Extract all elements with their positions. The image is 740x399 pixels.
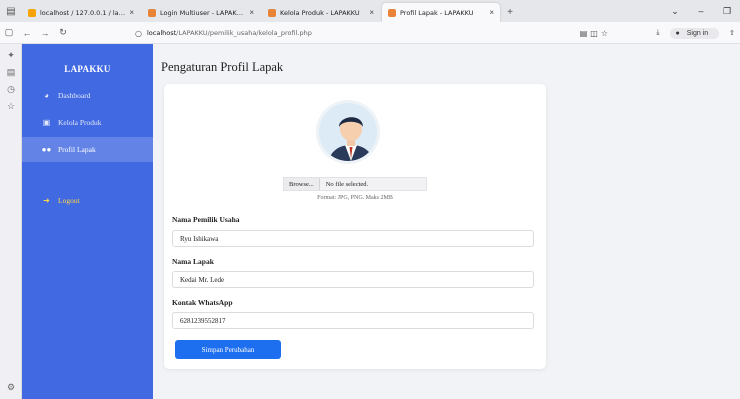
sign-in-button[interactable]: ● Sign in bbox=[669, 27, 720, 39]
main-content: Pengaturan Profil Lapak Browse... No fil… bbox=[153, 44, 740, 399]
tab-phpmyadmin[interactable]: localhost / 127.0.0.1 / lapakku / × bbox=[22, 3, 140, 22]
tab-login[interactable]: Login Multiuser - LAPAKKU × bbox=[142, 3, 260, 22]
logout-label: Logout bbox=[58, 196, 80, 205]
lapakku-favicon-icon bbox=[388, 8, 396, 17]
shop-name-label: Nama Lapak bbox=[172, 257, 214, 266]
close-icon[interactable]: × bbox=[489, 8, 494, 17]
owner-name-label: Nama Pemilik Usaha bbox=[172, 215, 240, 224]
shield-icon: ○ bbox=[135, 28, 142, 38]
reader-translate-bookmark-icons[interactable]: ▤◫☆ bbox=[580, 29, 611, 38]
browse-button[interactable]: Browse... bbox=[284, 178, 320, 190]
browser-nav-bar: ▢ ← → ↻ ○ localhost/LAPAKKU/pemilik_usah… bbox=[0, 22, 740, 44]
whatsapp-input[interactable] bbox=[172, 312, 534, 329]
avatar[interactable] bbox=[316, 100, 380, 164]
file-format-hint: Format: JPG, PNG. Maks 2MB bbox=[317, 195, 393, 201]
nav-right-tools: ⤓ ● Sign in ⇧ bbox=[651, 22, 740, 44]
photo-file-input[interactable]: Browse... No file selected. bbox=[283, 177, 427, 191]
address-bar[interactable]: ○ localhost/LAPAKKU/pemilik_usaha/kelola… bbox=[135, 25, 611, 41]
window-controls: ⌄ – ❐ bbox=[662, 0, 740, 22]
window-menu-icon[interactable]: ▤ bbox=[0, 0, 22, 22]
dashboard-icon: ◕ bbox=[44, 91, 49, 100]
url-host: localhost bbox=[146, 29, 177, 37]
sidebar-item-label: Dashboard bbox=[58, 91, 91, 100]
app-sidebar: LAPAKKU ◕ Dashboard ▣ Kelola Produk ●● P… bbox=[22, 44, 153, 399]
settings-icon[interactable]: ⚙ bbox=[0, 382, 22, 393]
reload-icon[interactable]: ↻ bbox=[54, 27, 72, 38]
close-icon[interactable]: × bbox=[129, 8, 134, 17]
sidebar-item-label: Kelola Produk bbox=[58, 118, 102, 127]
url-path: /LAPAKKU/pemilik_usaha/kelola_profil.php bbox=[176, 29, 312, 37]
box-icon: ▣ bbox=[42, 118, 51, 127]
phpmyadmin-favicon-icon bbox=[28, 8, 36, 17]
sidebar-item-dashboard[interactable]: ◕ Dashboard bbox=[22, 83, 153, 108]
brand-logo: LAPAKKU bbox=[64, 64, 111, 74]
browser-sidebar-strip: ✦ ▤ ◷ ☆ ⚙ bbox=[0, 44, 22, 399]
sidebar-toggle-icon[interactable]: ▢ bbox=[0, 27, 18, 38]
chevron-down-icon[interactable]: ⌄ bbox=[662, 6, 688, 17]
sidebar-item-profil-lapak[interactable]: ●● Profil Lapak bbox=[22, 137, 153, 162]
close-icon[interactable]: × bbox=[249, 8, 254, 17]
new-tab-icon[interactable]: + bbox=[502, 3, 518, 22]
maximize-icon[interactable]: ❐ bbox=[714, 6, 740, 17]
tab-profil-lapak[interactable]: Profil Lapak - LAPAKKU × bbox=[382, 3, 500, 22]
profile-form-card: Browse... No file selected. Format: JPG,… bbox=[164, 84, 546, 369]
tab-kelola-produk[interactable]: Kelola Produk - LAPAKKU × bbox=[262, 3, 380, 22]
save-changes-button[interactable]: Simpan Perubahan bbox=[175, 340, 281, 359]
person-avatar-icon bbox=[319, 103, 377, 161]
sidebar-item-kelola-produk[interactable]: ▣ Kelola Produk bbox=[22, 110, 153, 135]
minimize-icon[interactable]: – bbox=[688, 6, 714, 16]
sign-out-icon: ➜ bbox=[43, 196, 50, 205]
whatsapp-label: Kontak WhatsApp bbox=[172, 298, 233, 307]
tabs-icon[interactable]: ▤ bbox=[0, 67, 22, 78]
lapakku-favicon-icon bbox=[148, 8, 156, 17]
back-icon[interactable]: ← bbox=[18, 28, 36, 38]
sign-in-label: Sign in bbox=[686, 29, 709, 37]
logout-link[interactable]: ➜ Logout bbox=[22, 188, 153, 213]
lapakku-favicon-icon bbox=[268, 8, 276, 17]
close-icon[interactable]: × bbox=[369, 8, 374, 17]
forward-icon[interactable]: → bbox=[36, 28, 54, 38]
file-status: No file selected. bbox=[325, 180, 369, 188]
browser-tab-bar: ▤ localhost / 127.0.0.1 / lapakku / × Lo… bbox=[0, 0, 740, 22]
sidebar-item-label: Profil Lapak bbox=[58, 145, 96, 154]
page-title: Pengaturan Profil Lapak bbox=[161, 60, 284, 74]
bookmark-icon[interactable]: ☆ bbox=[0, 101, 22, 112]
history-icon[interactable]: ◷ bbox=[0, 84, 22, 95]
ai-icon[interactable]: ✦ bbox=[0, 50, 22, 61]
shop-name-input[interactable] bbox=[172, 271, 534, 288]
download-icon[interactable]: ⤓ bbox=[656, 29, 659, 37]
users-icon: ●● bbox=[41, 145, 52, 154]
owner-name-input[interactable] bbox=[172, 230, 534, 247]
share-icon[interactable]: ⇧ bbox=[729, 29, 735, 37]
